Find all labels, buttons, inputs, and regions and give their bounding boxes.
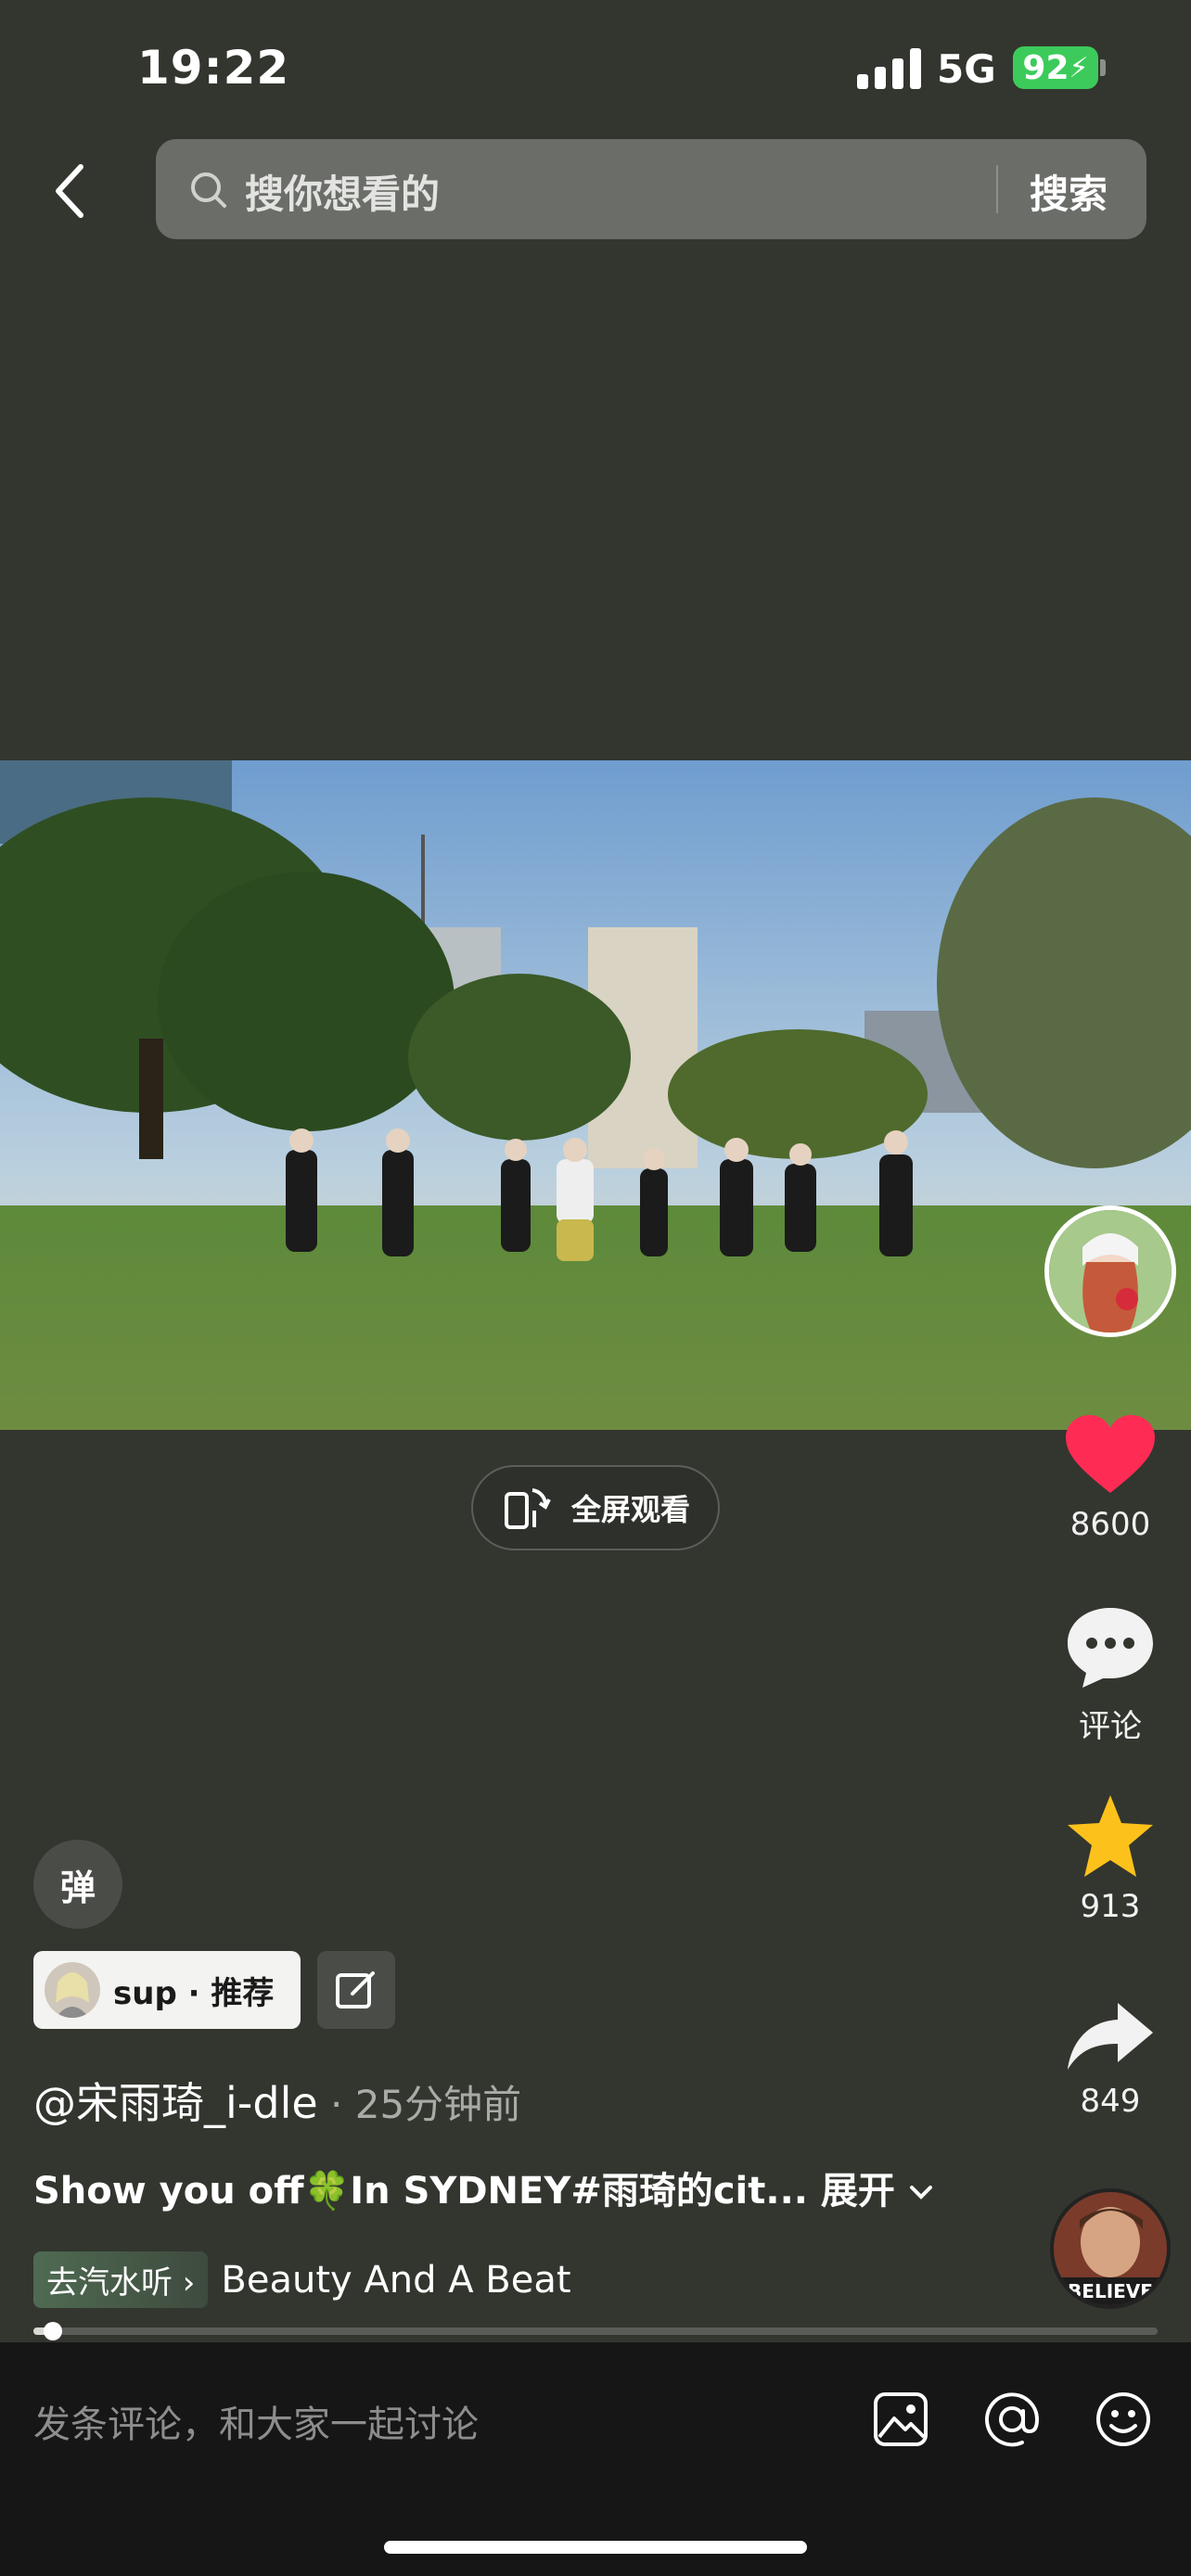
caption-text: Show you off🍀In SYDNEY#雨琦的cit... [33, 2170, 808, 2213]
image-icon[interactable] [870, 2389, 931, 2450]
avatar-image [1049, 1210, 1172, 1333]
search-button[interactable]: 搜索 [1030, 163, 1108, 220]
expand-link[interactable]: 展开 [821, 2170, 895, 2213]
music-title: Beauty And A Beat [221, 2258, 571, 2302]
author-avatar[interactable] [1044, 1205, 1176, 1337]
recommender-avatar [45, 1962, 100, 2018]
share-icon [1068, 2003, 1153, 2070]
progress-knob[interactable] [43, 2322, 62, 2340]
post-time: 25分钟前 [354, 2082, 522, 2127]
comment-label: 评论 [1079, 1708, 1142, 1745]
music-row[interactable]: 去汽水听 › Beauty And A Beat [33, 2251, 571, 2308]
emoji-icon[interactable] [1093, 2389, 1154, 2450]
at-icon[interactable] [981, 2389, 1043, 2450]
search-icon [191, 172, 226, 208]
battery-level: 92 [1022, 48, 1069, 87]
search-bar[interactable]: 搜你想看的 搜索 [156, 139, 1146, 239]
status-bar: 19:22 5G 92 ⚡ [0, 0, 1191, 139]
comment-button[interactable]: 评论 [1052, 1604, 1169, 1746]
edit-button[interactable] [317, 1951, 395, 2029]
clock: 19:22 [137, 41, 290, 95]
share-button[interactable]: 849 [1052, 1999, 1169, 2120]
chevron-down-icon [909, 2186, 932, 2200]
author-name[interactable]: @宋雨琦_i-dle [33, 2078, 318, 2128]
music-disc[interactable]: BELIEVE [1050, 2188, 1171, 2309]
comment-input[interactable]: 发条评论，和大家一起讨论 [33, 2394, 479, 2448]
network-type: 5G [937, 46, 996, 92]
comment-icon [1068, 1608, 1153, 1688]
recommend-label: sup · 推荐 [113, 1974, 275, 2012]
danmu-toggle-button[interactable]: 弹 [33, 1840, 122, 1929]
back-icon [56, 164, 83, 218]
recommend-chip[interactable]: sup · 推荐 [33, 1951, 301, 2029]
battery-indicator: 92 ⚡ [1013, 46, 1098, 89]
fullscreen-label: 全屏观看 [571, 1492, 691, 1527]
listen-in-qishui-tag[interactable]: 去汽水听 › [33, 2251, 209, 2308]
like-count: 8600 [1069, 1506, 1151, 1543]
playback-progress-bar[interactable] [33, 2322, 1158, 2340]
album-text: BELIEVE [1068, 2280, 1153, 2302]
share-count: 849 [1080, 2083, 1141, 2120]
favorite-count: 913 [1080, 1888, 1141, 1925]
caption[interactable]: Show you off🍀In SYDNEY#雨琦的cit... 展开 [33, 2161, 934, 2214]
star-icon [1068, 1795, 1153, 1877]
video-player[interactable] [0, 760, 1191, 1430]
search-divider [996, 165, 998, 213]
home-indicator[interactable] [384, 2541, 807, 2554]
edit-icon [336, 1971, 375, 2009]
like-button[interactable]: 8600 [1052, 1413, 1169, 1543]
author-row: @宋雨琦_i-dle · 25分钟前 [33, 2070, 521, 2131]
favorite-button[interactable]: 913 [1052, 1793, 1169, 1925]
heart-icon [1066, 1415, 1155, 1493]
battery-nub [1100, 59, 1106, 76]
back-button[interactable] [37, 156, 102, 226]
album-cover: BELIEVE [1054, 2192, 1167, 2305]
video-frame [0, 760, 1191, 1430]
fullscreen-button[interactable]: 全屏观看 [471, 1465, 720, 1550]
fullscreen-rotate-icon [505, 1488, 551, 1529]
signal-strength-icon [857, 48, 922, 89]
comment-bar: 发条评论，和大家一起讨论 [0, 2342, 1191, 2576]
search-input[interactable]: 搜你想看的 [245, 163, 440, 220]
post-separator: · [317, 2082, 355, 2127]
